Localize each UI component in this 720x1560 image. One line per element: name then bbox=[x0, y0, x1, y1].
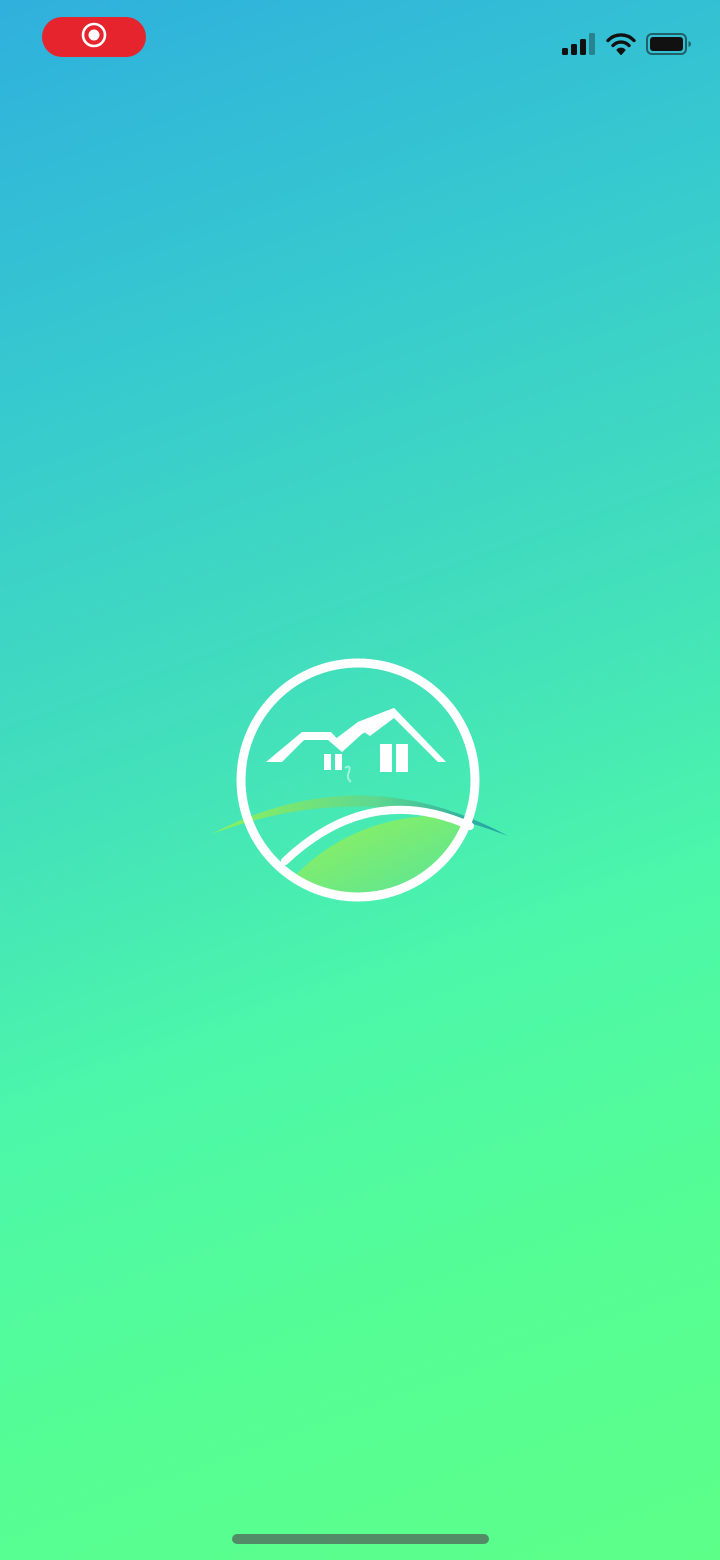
screen-recording-icon bbox=[79, 20, 109, 55]
splash-screen bbox=[0, 0, 720, 1560]
wifi-icon bbox=[606, 33, 636, 55]
cellular-signal-icon bbox=[562, 33, 596, 55]
status-bar bbox=[0, 0, 720, 90]
battery-icon bbox=[646, 33, 692, 55]
house-on-hill-logo-icon bbox=[210, 656, 510, 906]
home-indicator[interactable] bbox=[232, 1534, 489, 1544]
screen-recording-indicator[interactable] bbox=[42, 17, 146, 57]
status-icons bbox=[562, 28, 692, 60]
